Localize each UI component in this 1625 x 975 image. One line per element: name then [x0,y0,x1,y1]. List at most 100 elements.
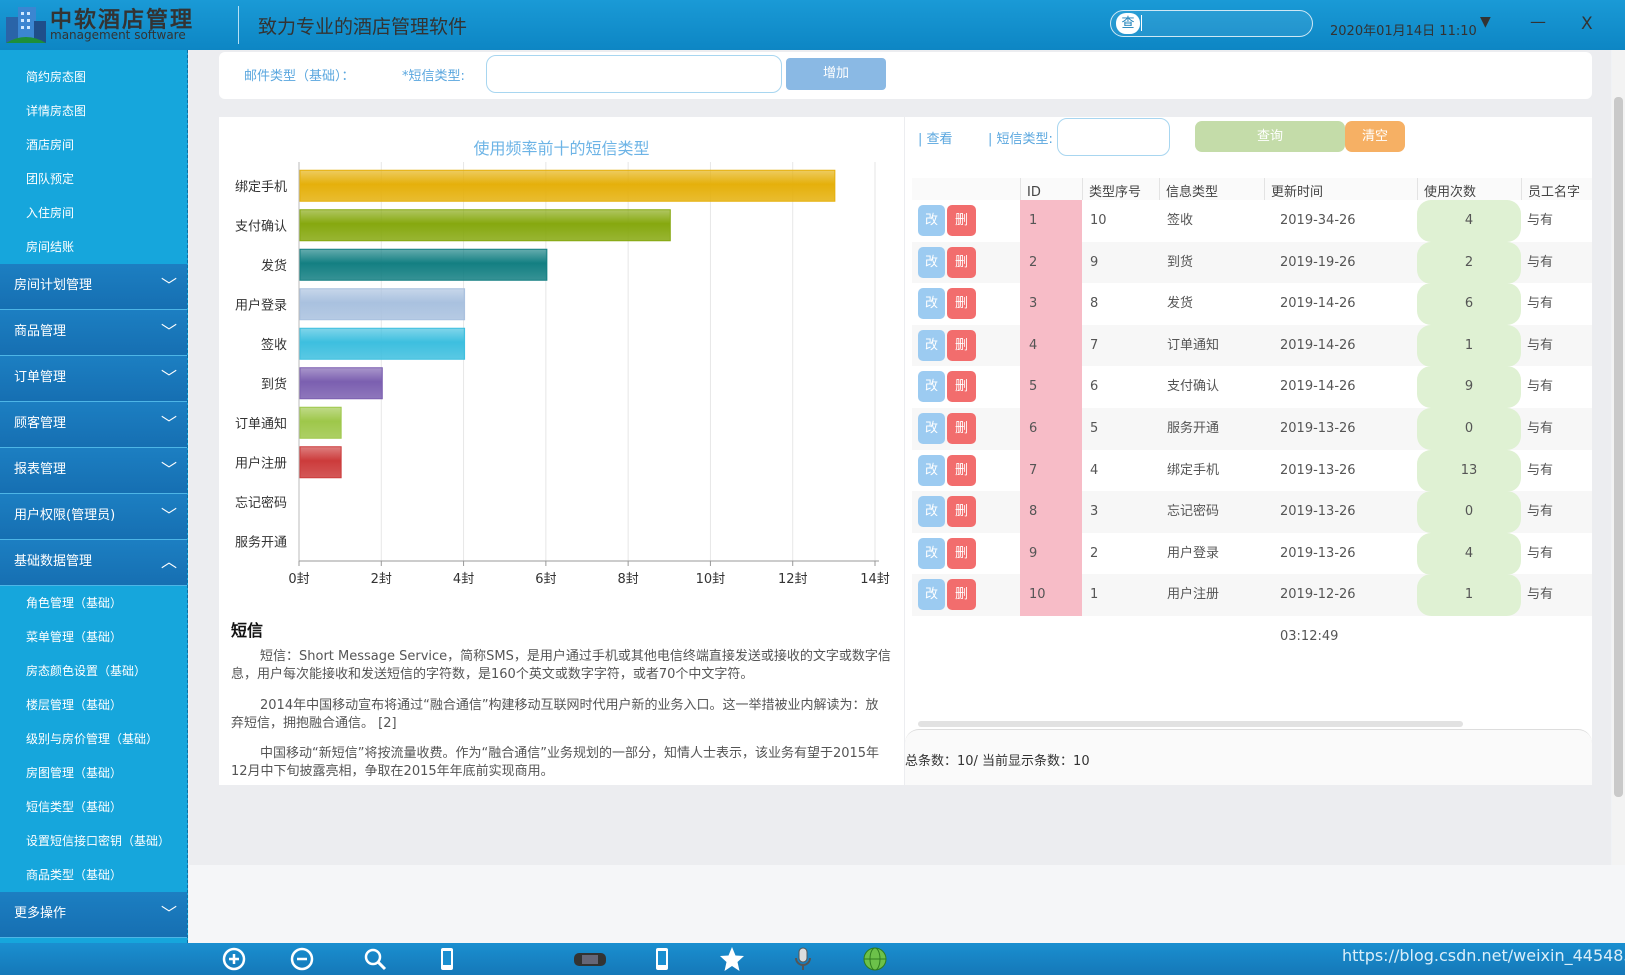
watermark-url: https://blog.csdn.net/weixin_44548307 [1342,946,1625,965]
cell-count: 13 [1460,462,1478,478]
cell-type: 忘记密码 [1167,504,1220,520]
cell-type: 订单通知 [1167,337,1220,353]
add-button[interactable]: 增加 [786,58,886,90]
delete-button[interactable]: 删 [947,288,976,320]
sidebar-group-goods[interactable]: 商品管理 ﹀ [0,310,187,356]
delete-button[interactable]: 删 [947,371,976,403]
x-tick-label: 8封 [618,572,639,587]
chevron-down-icon: ﹀ [160,414,177,433]
minimize-button[interactable]: — [1530,12,1546,31]
table-horizontal-scrollbar[interactable] [918,721,1463,727]
mobile-icon[interactable] [434,946,460,972]
delete-button[interactable]: 删 [947,454,976,486]
query-button[interactable]: 查询 [1195,121,1345,152]
cell-type: 签收 [1167,213,1194,228]
sidebar-item-sms-key[interactable]: 设置短信接口密钥（基础） [0,824,187,858]
dropdown-icon[interactable]: ▼ [1480,14,1491,30]
edit-button[interactable]: 改 [918,205,945,236]
table-row[interactable]: 改删 8 3 忘记密码 2019-13-26 03:13:31 0 与有 [912,491,1592,561]
sidebar-group-orders[interactable]: 订单管理 ﹀ [0,356,187,402]
zoom-in-icon[interactable] [221,946,247,972]
sidebar-item-goods-types[interactable]: 商品类型（基础） [0,858,187,892]
sidebar-group-basic-data[interactable]: 基础数据管理 ︿ [0,540,187,586]
search-icon[interactable] [362,946,388,972]
edit-button[interactable]: 改 [918,537,945,569]
phone-icon[interactable] [649,946,675,972]
sidebar-item-floors[interactable]: 楼层管理（基础） [0,688,187,722]
cell-seq: 3 [1090,504,1099,520]
delete-button[interactable]: 删 [947,413,976,444]
bar-chart: 0封 2封 4封 6封 8封 10封 12封 14封 绑定手机支付确认发货用户登录签收到货订单通… [235,162,890,587]
table-row[interactable]: 改删 3 8 发货 2019-14-26 03:14:23 6 与有 [912,283,1592,353]
microphone-icon[interactable] [790,946,816,972]
edit-button[interactable]: 改 [918,371,945,403]
edit-button[interactable]: 改 [918,246,945,278]
header-search-button[interactable]: 查 [1116,13,1140,34]
cell-seq: 5 [1090,421,1099,436]
table-row[interactable]: 改删 4 7 订单通知 2019-14-26 03:14:12 1 与有 [912,324,1592,395]
cell-type: 绑定手机 [1167,462,1220,478]
sidebar-group-room-plan[interactable]: 房间计划管理 ﹀ [0,264,187,310]
delete-button[interactable]: 删 [947,205,976,236]
delete-button[interactable]: 删 [947,246,976,278]
cell-time: 2019-14-26 03:14:23 [1280,296,1356,353]
sidebar-item-hotel-rooms[interactable]: 酒店房间 [0,128,187,162]
sidebar-item-simple-room-map[interactable]: 简约房态图 [0,60,187,94]
sidebar-group-more[interactable]: 更多操作 ﹀ [0,892,187,938]
view-link[interactable]: | 查看 [918,128,953,147]
table-row[interactable]: 改删 5 6 支付确认 2019-14-26 03:14:01 9 与有 [912,366,1592,436]
sidebar-item-checkin-rooms[interactable]: 入住房间 [0,196,187,230]
star-icon[interactable] [719,946,745,972]
table-row[interactable]: 改删 2 9 到货 2019-19-26 04:19:35 2 与有 [912,241,1592,312]
y-category-label: 用户登录 [235,297,287,313]
close-button[interactable]: X [1581,14,1593,34]
sidebar-group-customers[interactable]: 顾客管理 ﹀ [0,402,187,448]
edit-button[interactable]: 改 [918,579,945,611]
edit-button[interactable]: 改 [918,288,945,320]
clear-button[interactable]: 清空 [1345,121,1405,152]
sidebar-item-group-booking[interactable]: 团队预定 [0,162,187,196]
table-row[interactable]: 改删 6 5 服务开通 2019-13-26 03:13:50 0 与有 [912,408,1592,478]
page-scrollbar-thumb[interactable] [1614,97,1623,797]
table-row[interactable]: 改删 9 2 用户登录 2019-13-26 03:13:22 4 与有 [912,532,1592,603]
cell-staff: 与有 [1527,213,1554,228]
cell-id: 1 [1029,213,1038,228]
cell-count: 0 [1464,421,1474,436]
cell-count: 4 [1464,213,1474,228]
table-row[interactable]: 改删 7 4 绑定手机 2019-13-26 03:13:41 13 与有 [912,449,1592,520]
sidebar-item-menus[interactable]: 菜单管理（基础） [0,620,187,654]
sidebar-item-room-checkout[interactable]: 房间结账 [0,230,187,264]
globe-icon[interactable] [862,946,888,972]
sidebar-item-room-colors[interactable]: 房态颜色设置（基础） [0,654,187,688]
edit-button[interactable]: 改 [918,329,945,361]
delete-button[interactable]: 删 [947,496,976,528]
y-category-label: 签收 [261,337,287,353]
article-paragraph: 中国移动“新短信”将按流量收费。作为“融合通信”业务规划的一部分，知情人士表示，… [231,746,880,779]
sidebar-group-reports[interactable]: 报表管理 ﹀ [0,448,187,494]
table-row[interactable]: 改删 1 10 签收 2019-34-26 04:34:06 4 与有 [912,200,1592,270]
cell-time: 2019-34-26 04:34:06 [1280,213,1356,270]
sidebar-item-roles[interactable]: 角色管理（基础） [0,586,187,620]
sidebar-item-detail-room-map[interactable]: 详情房态图 [0,94,187,128]
x-tick-label: 4封 [453,572,474,587]
delete-button[interactable]: 删 [947,329,976,361]
table-row[interactable]: 改删 10 1 用户注册 2019-12-26 03:12:49 1 与有 [912,574,1592,644]
delete-button[interactable]: 删 [947,537,976,569]
cell-id: 10 [1029,587,1046,603]
device-icon[interactable] [573,946,607,972]
brand-subtitle: management software [50,28,186,42]
edit-button[interactable]: 改 [918,413,945,444]
edit-button[interactable]: 改 [918,496,945,528]
filter-sms-type-input[interactable] [1057,118,1170,156]
cell-time: 2019-13-26 03:13:22 [1280,545,1356,603]
edit-button[interactable]: 改 [918,454,945,486]
sidebar-item-room-images[interactable]: 房图管理（基础） [0,756,187,790]
cell-staff: 与有 [1527,587,1554,603]
sidebar-item-levels-prices[interactable]: 级别与房价管理（基础） [0,722,187,756]
sidebar-item-sms-types[interactable]: 短信类型（基础） [0,790,187,824]
zoom-out-icon[interactable] [289,946,315,972]
sidebar-group-permissions[interactable]: 用户权限(管理员) ﹀ [0,494,187,540]
bar [299,288,466,321]
delete-button[interactable]: 删 [947,579,976,611]
sms-type-input[interactable] [486,55,782,93]
